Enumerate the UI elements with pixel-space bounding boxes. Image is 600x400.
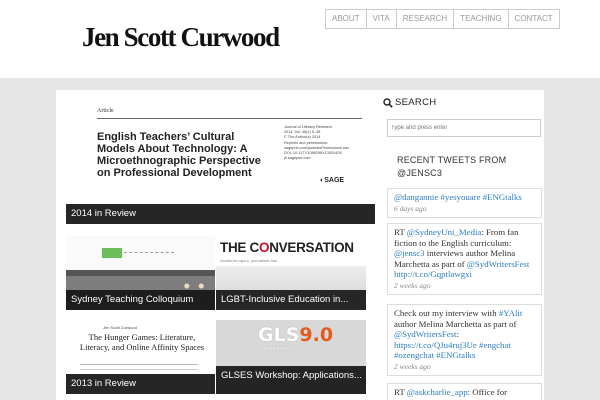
gls-conference-subtitle: Conference [260,346,302,351]
site-title[interactable]: Jen Scott Curwood [82,22,280,53]
tweet-item: Check out my interview with #YAlit autho… [387,304,542,376]
slide-caption-bar [66,270,215,276]
post-tile-2014-review[interactable]: Article English Teachers’ Cultural Model… [66,98,375,224]
post-tile-teaching-colloquium[interactable]: Sydney Teaching Colloquium [66,236,215,310]
search-widget-title: SEARCH [383,97,541,108]
article-meta-line: jlr.sagepub.com [284,156,311,161]
tweet-item: @dangannie #yesyouare #ENGtalks 6 days a… [387,188,542,218]
nav-item-research[interactable]: RESEARCH [395,9,455,29]
tweet-text-segment: : [456,329,459,339]
tweet-timestamp[interactable]: 2 weeks ago [394,362,535,373]
search-widget-label: SEARCH [395,97,437,108]
paper-title: The Hunger Games: Literature, Literacy, … [79,332,205,352]
tile-caption[interactable]: GLSES Workshop: Applications... [216,366,366,394]
gls-conference-logo: GLS9.0 [258,324,334,346]
post-tile-glses-workshop[interactable]: GLS9.0 Conference GLSES Workshop: Applic… [216,320,366,394]
paper-text-lines [80,364,198,370]
tile-caption[interactable]: 2014 in Review [66,204,375,224]
post-tile-2013-review[interactable]: Jen Scott Curwood The Hunger Games: Lite… [66,320,215,394]
tweet-item: RT @SydneyUni_Media: From fan fiction to… [387,223,542,295]
tweet-link[interactable]: #engchat [479,340,511,350]
tweet-link[interactable]: @SydneyUni_Media [407,227,482,237]
tweet-link[interactable]: #ENGtalks [436,350,475,360]
nav-item-contact[interactable]: CONTACT [507,9,560,29]
slide-rule [124,252,174,253]
tweet-link[interactable]: #ozengchat [394,350,434,360]
sidebar: SEARCH RECENT TWEETS FROM @JENSC3 @danga… [383,97,542,400]
tweet-text-segment: RT [394,387,407,397]
search-icon [383,97,393,108]
tweet-text-segment: Check out my interview with [394,308,499,318]
tweet-link[interactable]: @jensc3 [394,248,425,258]
tweet-text-segment: RT [394,227,407,237]
sage-logo-text: SAGE [324,177,345,184]
tweet-link[interactable]: @dangannie #yesyouare #ENGtalks [394,192,522,202]
slide-image [66,236,215,270]
article-meta: Journal of Literacy Research 2014, Vol. … [284,125,349,161]
article-title: English Teachers’ Cultural Models About … [97,131,261,179]
tweet-text: @dangannie #yesyouare #ENGtalks [394,192,535,203]
tweet-text: RT @SydneyUni_Media: From fan fiction to… [394,227,535,280]
tile-caption[interactable]: 2013 in Review [66,374,215,394]
slide-highlight [102,248,122,258]
the-conversation-logo: THE CONVERSATION [220,240,354,255]
search-input[interactable] [387,119,541,137]
tweet-link[interactable]: @SydWritersFest [467,259,529,269]
image-strip [216,266,366,290]
site-header: Jen Scott Curwood ABOUT VITA RESEARCH TE… [0,0,600,78]
article-divider [97,118,362,119]
tweet-item: RT @askcharlie_app: Office for [387,383,542,400]
tweet-text-segment: author Melina Marchetta as part of [394,318,517,329]
tweet-link[interactable]: @askcharlie_app [407,387,468,397]
main-nav: ABOUT VITA RESEARCH TEACHING CONTACT [325,9,560,29]
tweet-link[interactable]: #YAlit [499,308,522,318]
tweet-link[interactable]: https://t.co/QJu4ruj3Ue [394,340,477,350]
tweet-timestamp[interactable]: 6 days ago [394,204,535,215]
nav-item-vita[interactable]: VITA [365,9,397,29]
tweet-link[interactable]: @SydWritersFest [394,329,456,339]
nav-item-about[interactable]: ABOUT [325,9,367,29]
conversation-tagline: Academic rigour, journalistic flair [220,258,278,263]
paper-author: Jen Scott Curwood [103,325,137,330]
post-tile-lgbt-education[interactable]: THE CONVERSATION Academic rigour, journa… [216,236,366,310]
sage-logo: ◐SAGE [320,177,344,184]
tile-caption[interactable]: Sydney Teaching Colloquium [66,290,215,310]
tweet-link[interactable]: http://t.co/Gqptlawgxi [394,269,472,279]
tweets-widget-title: RECENT TWEETS FROM @JENSC3 [397,155,507,178]
tweet-text: Check out my interview with #YAlit autho… [394,308,535,361]
tile-caption[interactable]: LGBT-Inclusive Education in... [216,290,366,310]
tweet-text: RT @askcharlie_app: Office for [394,387,535,398]
tweet-text-segment: : Office for [467,387,508,397]
tweet-timestamp[interactable]: 2 weeks ago [394,281,535,292]
article-label: Article [97,108,114,114]
nav-item-teaching[interactable]: TEACHING [453,9,509,29]
